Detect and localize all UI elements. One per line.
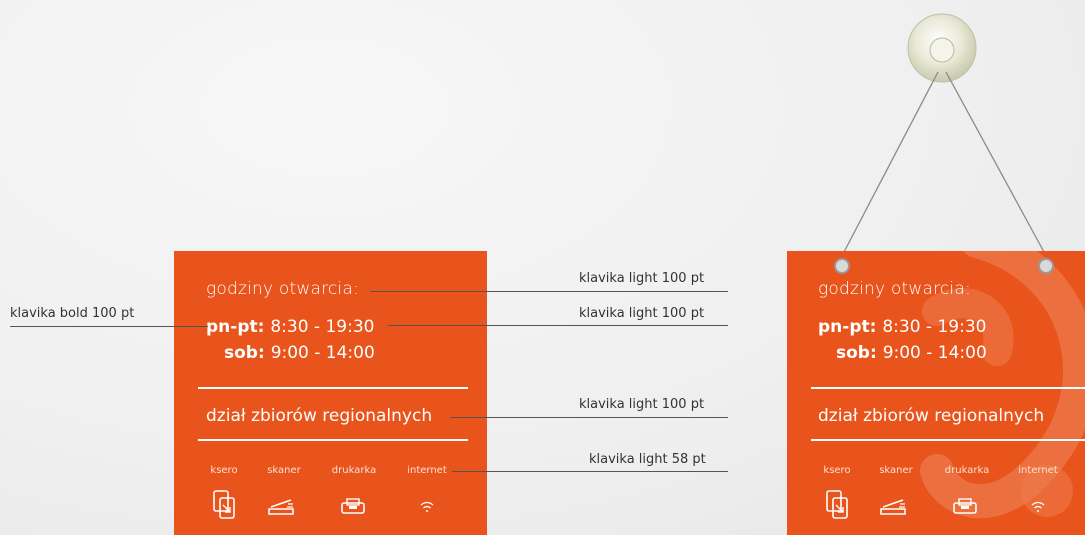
- anno-bold-font: klavika bold 100 pt: [10, 306, 135, 321]
- divider-top: [811, 387, 1085, 389]
- service-label-printer: drukarka: [331, 465, 377, 476]
- sign-mockup: godziny otwarcia: pn-pt: 8:30 - 19:30 so…: [787, 251, 1085, 535]
- saturday-label: sob:: [836, 343, 883, 363]
- department-name: dział zbiorów regionalnych: [206, 406, 433, 426]
- copier-icon: [213, 490, 235, 519]
- anno-small-font: klavika light 58 pt: [589, 452, 706, 467]
- divider-bottom: [811, 439, 1085, 441]
- eyelet-right: [1038, 258, 1054, 274]
- copier-icon: [826, 490, 848, 519]
- service-label-scanner: skaner: [267, 465, 301, 476]
- divider-bottom: [198, 439, 468, 441]
- anno-hours-font: klavika light 100 pt: [579, 306, 705, 321]
- hours-title: godziny otwarcia:: [206, 279, 359, 299]
- sign-specimen: godziny otwarcia: pn-pt: 8:30 - 19:30 so…: [174, 251, 487, 535]
- hours-title: godziny otwarcia:: [818, 279, 971, 299]
- weekday-hours: 8:30 - 19:30: [882, 317, 987, 337]
- service-label-internet: internet: [1018, 465, 1058, 476]
- scanner-icon: [880, 499, 906, 515]
- weekday-label: pn-pt:: [206, 317, 271, 337]
- weekday-label: pn-pt:: [818, 317, 883, 337]
- saturday-hours-row: sob: 9:00 - 14:00: [836, 343, 987, 363]
- anno-line-hours: [388, 325, 728, 326]
- saturday-hours: 9:00 - 14:00: [882, 343, 987, 363]
- anno-line-dept: [450, 417, 728, 418]
- weekday-hours: 8:30 - 19:30: [270, 317, 375, 337]
- anno-dept-font: klavika light 100 pt: [579, 397, 705, 412]
- anno-line-small: [452, 471, 728, 472]
- anno-line-bold: [10, 326, 208, 327]
- printer-icon: [341, 498, 365, 514]
- saturday-label: sob:: [224, 343, 271, 363]
- saturday-hours: 9:00 - 14:00: [270, 343, 375, 363]
- weekday-hours-row: pn-pt: 8:30 - 19:30: [818, 317, 986, 337]
- weekday-hours-row: pn-pt: 8:30 - 19:30: [206, 317, 374, 337]
- anno-line-title: [370, 291, 728, 292]
- suction-cup-hanger: [843, 13, 1045, 253]
- service-label-printer: drukarka: [944, 465, 990, 476]
- divider-top: [198, 387, 468, 389]
- anno-title-font: klavika light 100 pt: [579, 271, 705, 286]
- service-label-scanner: skaner: [879, 465, 913, 476]
- wifi-icon: [420, 501, 434, 512]
- department-name: dział zbiorów regionalnych: [818, 406, 1045, 426]
- wifi-icon: [1031, 501, 1045, 512]
- eyelet-left: [834, 258, 850, 274]
- saturday-hours-row: sob: 9:00 - 14:00: [224, 343, 375, 363]
- printer-icon: [953, 498, 977, 514]
- scanner-icon: [268, 499, 294, 515]
